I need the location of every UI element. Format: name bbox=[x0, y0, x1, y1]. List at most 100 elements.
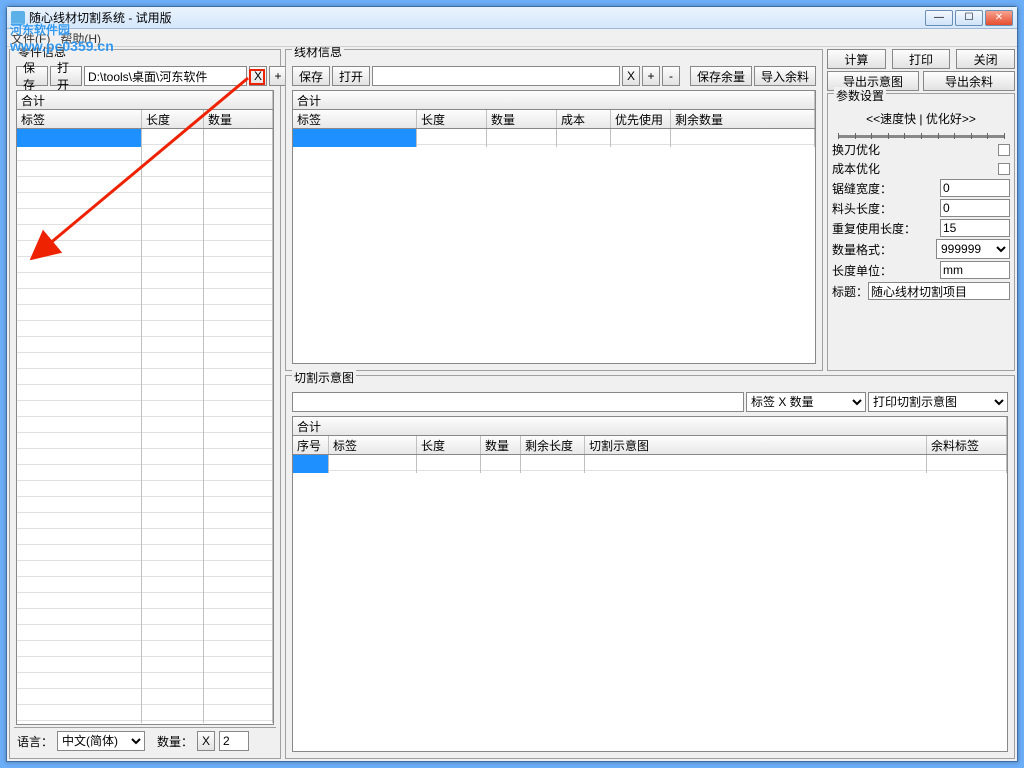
optimize-slider[interactable]: for(let i=0;i<=10;i++)document.write('<s… bbox=[838, 135, 1004, 138]
cut-dd2-select[interactable]: 打印切割示意图 bbox=[868, 392, 1008, 412]
table-row[interactable] bbox=[17, 561, 273, 577]
mat-col-length[interactable]: 长度 bbox=[417, 110, 487, 128]
mat-col-qty[interactable]: 数量 bbox=[487, 110, 557, 128]
table-row[interactable] bbox=[293, 455, 1007, 471]
table-row[interactable] bbox=[17, 497, 273, 513]
table-row[interactable] bbox=[17, 577, 273, 593]
table-row[interactable] bbox=[17, 321, 273, 337]
table-row[interactable] bbox=[17, 513, 273, 529]
table-row[interactable] bbox=[17, 449, 273, 465]
export-remain-button[interactable]: 导出余料 bbox=[923, 71, 1015, 91]
parts-x-button[interactable]: X bbox=[249, 66, 267, 86]
table-row[interactable] bbox=[17, 193, 273, 209]
cut-col-no[interactable]: 序号 bbox=[293, 436, 329, 454]
reuse-input[interactable] bbox=[940, 219, 1010, 237]
mat-col-cost[interactable]: 成本 bbox=[557, 110, 611, 128]
qty-input[interactable] bbox=[219, 731, 249, 751]
fmt-select[interactable]: 999999 bbox=[936, 239, 1010, 259]
maximize-button[interactable]: ☐ bbox=[955, 10, 983, 26]
right-area: 线材信息 保存 打开 X + - 保存余量 导入余料 合计 bbox=[285, 49, 1015, 759]
cut-col-qty[interactable]: 数量 bbox=[481, 436, 521, 454]
parts-col-length[interactable]: 长度 bbox=[142, 110, 204, 128]
parts-col-qty[interactable]: 数量 bbox=[204, 110, 273, 128]
parts-path-input[interactable] bbox=[84, 66, 247, 86]
cut-toolbar: 标签 X 数量 打印切割示意图 bbox=[290, 390, 1010, 414]
table-row[interactable] bbox=[17, 401, 273, 417]
mat-col-label[interactable]: 标签 bbox=[293, 110, 417, 128]
table-row[interactable] bbox=[17, 705, 273, 721]
table-row[interactable] bbox=[17, 129, 273, 145]
table-row[interactable] bbox=[17, 545, 273, 561]
title-input[interactable] bbox=[868, 282, 1010, 300]
app-close-button[interactable]: 关闭 bbox=[956, 49, 1015, 69]
cut-dd1-select[interactable]: 标签 X 数量 bbox=[746, 392, 866, 412]
app-icon bbox=[11, 11, 25, 25]
table-row[interactable] bbox=[17, 529, 273, 545]
table-row[interactable] bbox=[17, 465, 273, 481]
cut-col-diagram[interactable]: 切割示意图 bbox=[585, 436, 927, 454]
table-row[interactable] bbox=[17, 593, 273, 609]
table-row[interactable] bbox=[17, 209, 273, 225]
cut-col-label[interactable]: 标签 bbox=[329, 436, 417, 454]
minimize-button[interactable]: — bbox=[925, 10, 953, 26]
cut-col-length[interactable]: 长度 bbox=[417, 436, 481, 454]
mat-open-button[interactable]: 打开 bbox=[332, 66, 370, 86]
table-row[interactable] bbox=[17, 481, 273, 497]
table-row[interactable] bbox=[17, 273, 273, 289]
table-row[interactable] bbox=[17, 657, 273, 673]
mat-path-input[interactable] bbox=[372, 66, 620, 86]
table-row[interactable] bbox=[17, 177, 273, 193]
mat-x-button[interactable]: X bbox=[622, 66, 640, 86]
table-row[interactable] bbox=[17, 225, 273, 241]
table-row[interactable] bbox=[17, 369, 273, 385]
parts-open-button[interactable]: 打开 bbox=[50, 66, 82, 86]
mat-import-remain-button[interactable]: 导入余料 bbox=[754, 66, 816, 86]
unit-input[interactable] bbox=[940, 261, 1010, 279]
table-row[interactable] bbox=[17, 305, 273, 321]
table-row[interactable] bbox=[17, 689, 273, 705]
parts-tbody[interactable]: document.write(Array.from({length:36}).m… bbox=[17, 129, 273, 724]
table-row[interactable] bbox=[17, 385, 273, 401]
calc-button[interactable]: 计算 bbox=[827, 49, 886, 69]
mat-col-remain[interactable]: 剩余数量 bbox=[671, 110, 815, 128]
menu-file[interactable]: 文件(F) bbox=[11, 30, 50, 45]
cut-col-remlabel[interactable]: 余料标签 bbox=[927, 436, 1007, 454]
mat-minus-button[interactable]: - bbox=[662, 66, 680, 86]
close-button[interactable]: ✕ bbox=[985, 10, 1013, 26]
material-toolbar: 保存 打开 X + - 保存余量 导入余料 bbox=[290, 64, 818, 88]
table-row[interactable] bbox=[17, 241, 273, 257]
cut-path-input[interactable] bbox=[292, 392, 744, 412]
table-row[interactable] bbox=[17, 289, 273, 305]
table-row[interactable] bbox=[17, 625, 273, 641]
mat-plus-button[interactable]: + bbox=[642, 66, 660, 86]
mat-header: 标签 长度 数量 成本 优先使用 剩余数量 bbox=[293, 110, 815, 129]
mat-save-button[interactable]: 保存 bbox=[292, 66, 330, 86]
table-row[interactable] bbox=[17, 417, 273, 433]
table-row[interactable] bbox=[17, 145, 273, 161]
menu-help[interactable]: 帮助(H) bbox=[60, 30, 101, 45]
cut-tbody[interactable] bbox=[293, 455, 1007, 751]
cost-opt-checkbox[interactable] bbox=[998, 163, 1010, 175]
mat-save-remain-button[interactable]: 保存余量 bbox=[690, 66, 752, 86]
table-row[interactable] bbox=[17, 673, 273, 689]
parts-save-button[interactable]: 保存 bbox=[16, 66, 48, 86]
knife-opt-checkbox[interactable] bbox=[998, 144, 1010, 156]
parts-col-label[interactable]: 标签 bbox=[17, 110, 142, 128]
parts-toolbar: 保存 打开 X + - bbox=[14, 64, 276, 88]
table-row[interactable] bbox=[293, 129, 815, 145]
mat-tbody[interactable] bbox=[293, 129, 815, 363]
print-button[interactable]: 打印 bbox=[892, 49, 951, 69]
table-row[interactable] bbox=[17, 433, 273, 449]
head-input[interactable] bbox=[940, 199, 1010, 217]
kerf-input[interactable] bbox=[940, 179, 1010, 197]
table-row[interactable] bbox=[17, 337, 273, 353]
table-row[interactable] bbox=[17, 609, 273, 625]
cut-col-remlen[interactable]: 剩余长度 bbox=[521, 436, 585, 454]
table-row[interactable] bbox=[17, 641, 273, 657]
table-row[interactable] bbox=[17, 161, 273, 177]
table-row[interactable] bbox=[17, 353, 273, 369]
table-row[interactable] bbox=[17, 257, 273, 273]
qty-x-button[interactable]: X bbox=[197, 731, 215, 751]
lang-select[interactable]: 中文(简体) bbox=[57, 731, 145, 751]
mat-col-prio[interactable]: 优先使用 bbox=[611, 110, 671, 128]
